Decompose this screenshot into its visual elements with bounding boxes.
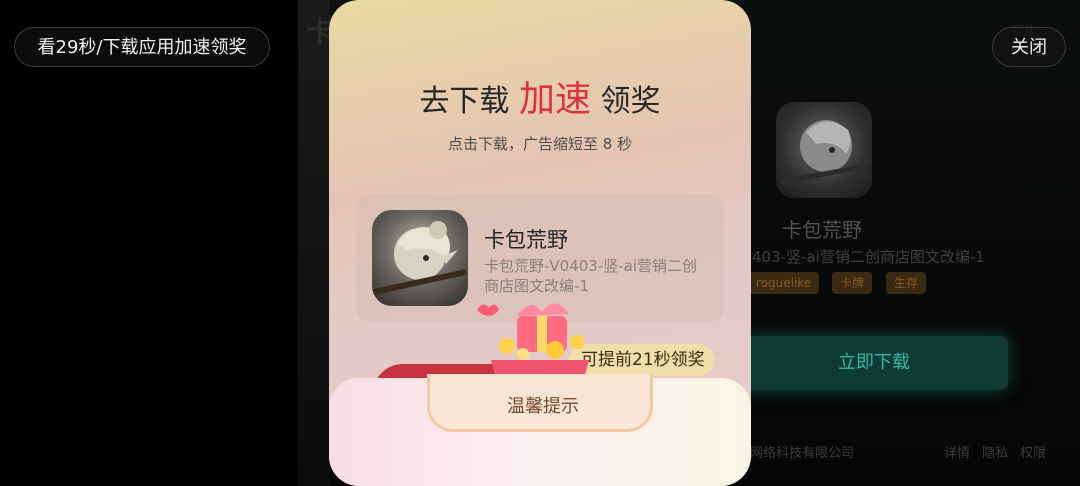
tag-roguelike: roguelike [748,272,820,294]
app-icon [372,210,468,306]
title-accent: 加速 [518,79,591,120]
character-illustration-icon [779,120,869,185]
background-download-button[interactable]: 立即下载 [740,336,1008,390]
company-name: 网络科技有限公司 [750,446,855,461]
character-illustration-icon [373,221,467,295]
tip-panel: 温馨提示 [329,374,751,486]
tip-box[interactable]: 温馨提示 [427,374,653,432]
title-prefix: 去下载 [419,84,510,119]
app-name: 卡包荒野 [484,228,568,252]
tag-card: 卡牌 [832,272,873,294]
tag-survival: 生存 [886,272,927,294]
modal-title: 去下载 加速 领奖 [329,70,751,122]
permissions-link[interactable]: 权限 [1020,442,1046,461]
background-app-subtitle: 403-竖-ai营销二创商店图文改编-1 [752,248,985,266]
background-game-strip [298,0,330,486]
modal-subtitle: 点击下载，广告缩短至 8 秒 [447,135,633,153]
close-button[interactable]: 关闭 [992,27,1066,67]
background-app-name: 卡包荒野 [782,218,862,242]
timer-pill: 看29秒/下载应用加速领奖 [14,27,270,67]
title-suffix: 领奖 [600,84,661,119]
tip-label: 温馨提示 [507,396,579,417]
privacy-link[interactable]: 隐私 [982,442,1008,461]
details-link[interactable]: 详情 [944,442,970,461]
background-app-icon[interactable] [776,102,872,198]
reward-modal: 去下载 加速 领奖 点击下载，广告缩短至 8 秒 卡包荒野 卡包荒野-V0403… [329,0,751,486]
